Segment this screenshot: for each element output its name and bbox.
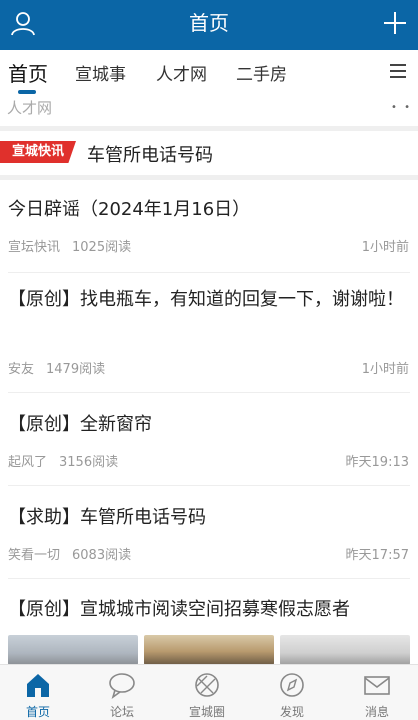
nav-home-label: 首页 [25, 705, 50, 719]
post-read-count: 6083阅读 [72, 548, 132, 563]
sub-channel-label[interactable]: 人才网 [7, 97, 52, 118]
post-time: 1小时前 [361, 240, 409, 255]
nav-forum-label: 论坛 [109, 705, 134, 719]
tab-home[interactable]: 首页 [8, 58, 48, 87]
post-source: 起风了 [8, 455, 48, 470]
post-source: 安友 [8, 362, 35, 377]
post-title[interactable]: 【求助】车管所电话号码 [8, 502, 410, 534]
nav-messages[interactable]: 消息 [335, 665, 418, 720]
nav-discover-label: 发现 [279, 705, 304, 719]
home-icon [27, 674, 49, 697]
post-time: 昨天19:13 [345, 455, 409, 470]
active-tab-indicator [18, 90, 36, 94]
tab-second-hand-housing[interactable]: 二手房 [236, 60, 287, 85]
post-title[interactable]: 今日辟谣（2024年1月16日） [8, 194, 410, 226]
post-title[interactable]: 【原创】宣城城市阅读空间招募寒假志愿者 [8, 594, 410, 626]
chat-bubble-icon [109, 673, 135, 699]
divider [8, 272, 410, 273]
pager-dots: • • [391, 102, 412, 113]
nav-circle[interactable]: 宣城圈 [165, 665, 249, 720]
compass-icon [280, 673, 304, 697]
divider [8, 578, 410, 579]
post-title[interactable]: 【原创】全新窗帘 [8, 409, 410, 441]
divider [8, 485, 410, 486]
tab-jobs[interactable]: 人才网 [156, 60, 207, 85]
post-meta: 起风了 3156阅读 [8, 451, 118, 470]
post-source: 笑看一切 [8, 548, 61, 563]
nav-home[interactable]: 首页 [0, 665, 80, 720]
sub-channel-strip: 人才网 • • [0, 96, 418, 124]
mail-icon [364, 676, 390, 695]
divider [0, 175, 418, 180]
user-profile-icon[interactable] [10, 10, 36, 36]
flash-news-headline[interactable]: 车管所电话号码 [87, 141, 213, 167]
page-title: 首页 [189, 11, 229, 35]
flash-news-badge: 宣城快讯 [0, 141, 76, 163]
post-time: 1小时前 [361, 362, 409, 377]
post-thumbnail-image[interactable] [8, 635, 138, 665]
post-read-count: 3156阅读 [59, 455, 119, 470]
post-thumbnail-image[interactable] [280, 635, 410, 665]
post-meta: 笑看一切 6083阅读 [8, 544, 131, 563]
nav-discover[interactable]: 发现 [250, 665, 334, 720]
post-image-row[interactable] [8, 635, 410, 665]
channel-tabs: 首页 宣城事 人才网 二手房 [0, 50, 418, 96]
divider [8, 392, 410, 393]
post-read-count: 1479阅读 [46, 362, 106, 377]
post-read-count: 1025阅读 [72, 240, 132, 255]
flash-news-banner[interactable]: 宣城快讯 车管所电话号码 [0, 131, 418, 175]
post-time: 昨天17:57 [345, 548, 409, 563]
post-title[interactable]: 【原创】找电瓶车，有知道的回复一下，谢谢啦！ [8, 284, 410, 316]
add-post-icon[interactable] [382, 10, 408, 36]
bottom-navigation: 首页 论坛 宣城圈 发现 消息 [0, 664, 418, 720]
circle-aperture-icon [195, 673, 219, 697]
nav-circle-label: 宣城圈 [188, 705, 225, 719]
nav-messages-label: 消息 [364, 705, 389, 719]
post-meta: 安友 1479阅读 [8, 358, 105, 377]
top-app-bar: 首页 [0, 0, 418, 50]
nav-forum[interactable]: 论坛 [80, 665, 164, 720]
hamburger-menu-icon[interactable] [390, 64, 406, 78]
tab-xuancheng-news[interactable]: 宣城事 [75, 60, 126, 85]
post-thumbnail-image[interactable] [144, 635, 274, 665]
post-source: 宣坛快讯 [8, 240, 61, 255]
post-meta: 宣坛快讯 1025阅读 [8, 236, 131, 255]
